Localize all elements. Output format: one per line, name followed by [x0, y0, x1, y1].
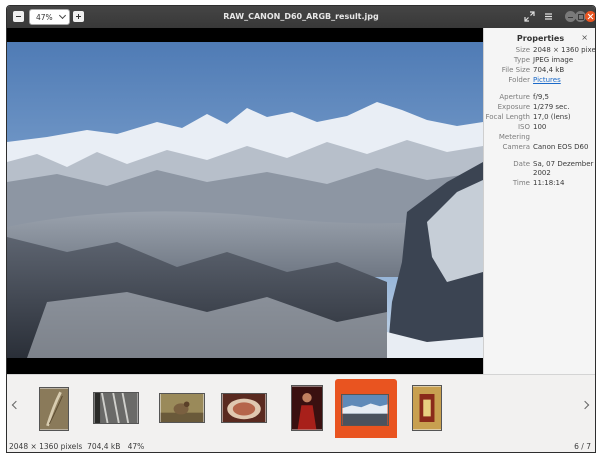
property-row: ISO 100: [484, 122, 595, 132]
property-row: Time 11:18:14: [484, 178, 595, 188]
property-key: Focal Length: [485, 113, 530, 121]
property-key: Time: [512, 179, 530, 187]
property-row: Exposure 1/279 sec.: [484, 102, 595, 112]
property-row: Folder Pictures: [484, 75, 595, 85]
status-info: 2048 × 1360 pixels 704,4 kB 47%: [9, 442, 144, 451]
thumbnail-selected[interactable]: [335, 379, 397, 441]
main-photo: [7, 42, 483, 358]
image-canvas[interactable]: [7, 28, 483, 374]
property-key: Folder: [508, 76, 530, 84]
property-value: 17,0 (lens): [533, 113, 571, 121]
property-row: File Size 704,4 kB: [484, 65, 595, 75]
fullscreen-button[interactable]: [524, 11, 535, 22]
thumbnail-image: [291, 385, 323, 431]
status-filesize: 704,4 kB: [87, 442, 121, 451]
property-key: Exposure: [497, 103, 530, 111]
property-value: 1/279 sec.: [533, 103, 570, 111]
menu-button[interactable]: [543, 11, 554, 22]
thumbnail-image: [221, 393, 267, 423]
property-row: Aperture f/9,5: [484, 92, 595, 102]
thumbnail[interactable]: [31, 379, 75, 441]
thumbnail[interactable]: [215, 379, 273, 441]
property-value: 11:18:14: [533, 179, 565, 187]
property-key: File Size: [501, 66, 530, 74]
property-key: Camera: [502, 143, 530, 151]
close-button[interactable]: [585, 11, 595, 22]
property-value: f/9,5: [533, 93, 549, 101]
property-value: 2048 × 1360 pixels: [533, 46, 596, 54]
image-viewer-window: 47% RAW_CANON_D60_ARGB_result.jpg Proper…: [6, 5, 596, 453]
thumbnail-image: [412, 385, 442, 431]
thumbnail-strip: [7, 374, 595, 441]
property-value: JPEG image: [533, 56, 574, 64]
thumbnail-image: [93, 392, 139, 424]
properties-heading: Properties: [516, 34, 565, 43]
chevron-right-icon[interactable]: [580, 400, 590, 410]
property-row: Focal Length 17,0 (lens): [484, 112, 595, 122]
status-zoom: 47%: [127, 442, 145, 451]
property-row: Size 2048 × 1360 pixels: [484, 45, 596, 55]
property-key: Aperture: [499, 93, 530, 101]
properties-panel: Properties × Size 2048 × 1360 pixels Typ…: [483, 28, 596, 374]
property-value: 100: [533, 123, 547, 131]
property-value: 704,4 kB: [533, 66, 565, 74]
folder-link[interactable]: Pictures: [533, 75, 561, 85]
close-properties-button[interactable]: ×: [581, 33, 588, 42]
status-dimensions: 2048 × 1360 pixels: [9, 442, 83, 451]
window-title: RAW_CANON_D60_ARGB_result.jpg: [223, 12, 379, 21]
hamburger-icon: [545, 13, 552, 20]
thumbnail-image: [39, 387, 69, 431]
property-key: ISO: [517, 123, 530, 131]
property-value: Canon EOS D60: [533, 143, 589, 151]
property-row: Type JPEG image: [484, 55, 595, 65]
thumbnail[interactable]: [89, 379, 147, 441]
image-position: 6 / 7: [574, 442, 591, 451]
thumbnail[interactable]: [403, 379, 451, 441]
fullscreen-icon: [524, 11, 535, 22]
thumbnail-image: [341, 394, 389, 426]
property-row: 2002: [484, 168, 595, 178]
property-key: Size: [515, 46, 530, 54]
thumbnail[interactable]: [153, 379, 211, 441]
property-key: Metering: [498, 133, 530, 141]
status-bar: 2048 × 1360 pixels 704,4 kB 47% 6 / 7: [7, 438, 595, 452]
property-value: 2002: [533, 169, 551, 177]
chevron-left-icon[interactable]: [11, 400, 21, 410]
property-row: Camera Canon EOS D60: [484, 142, 595, 152]
thumbnail-image: [159, 393, 205, 423]
property-row: Metering: [484, 132, 595, 142]
property-key: Type: [513, 56, 530, 64]
thumbnail[interactable]: [287, 379, 327, 441]
title-bar: 47% RAW_CANON_D60_ARGB_result.jpg: [7, 6, 595, 28]
